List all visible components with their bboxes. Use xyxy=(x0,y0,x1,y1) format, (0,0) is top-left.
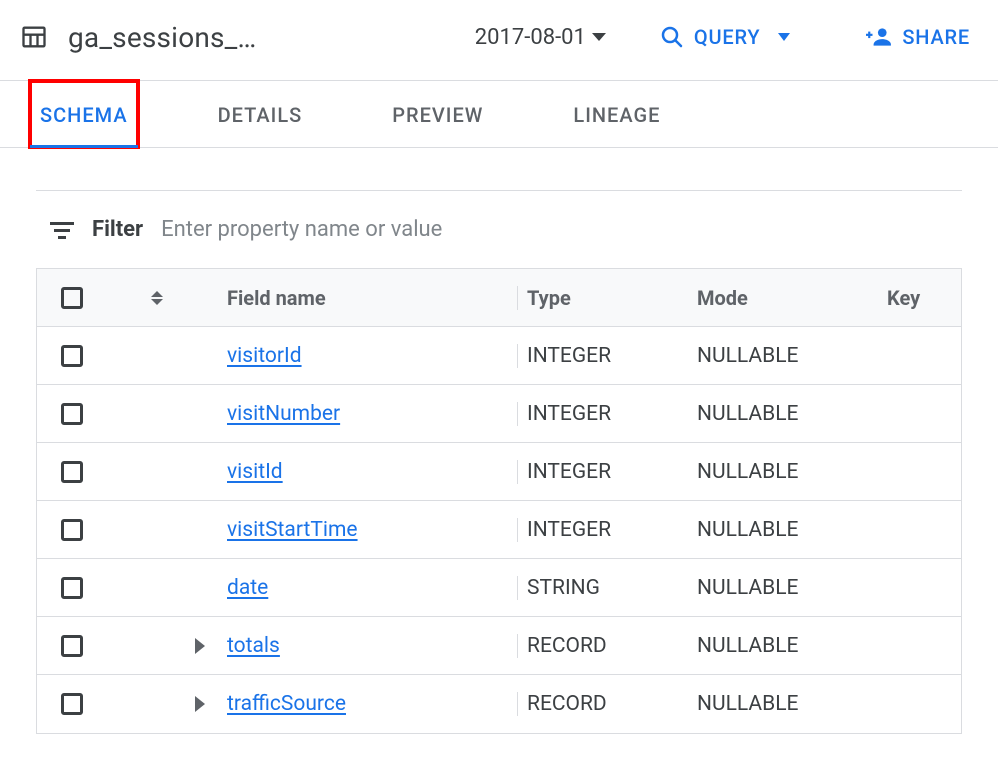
table-row: visitId INTEGERNULLABLE xyxy=(37,443,961,501)
field-name-link[interactable]: visitId xyxy=(227,460,283,484)
search-icon xyxy=(660,25,684,49)
field-name-cell: visitId xyxy=(217,460,517,484)
header-bar: ga_sessions_… 2017-08-01 QUERY SHARE xyxy=(0,0,998,80)
field-mode-cell: NULLABLE xyxy=(687,344,877,368)
row-checkbox-cell xyxy=(37,577,107,599)
select-all-cell xyxy=(37,287,107,309)
field-name-link[interactable]: date xyxy=(227,576,268,600)
schema-panel: Filter Field name Type Mode Key visitorI… xyxy=(0,148,998,734)
share-button-label: SHARE xyxy=(902,25,970,49)
row-checkbox[interactable] xyxy=(61,403,83,425)
field-type-cell: INTEGER xyxy=(517,518,687,542)
col-key[interactable]: Key xyxy=(877,286,957,310)
expand-cell xyxy=(107,696,217,712)
field-mode-cell: NULLABLE xyxy=(687,518,877,542)
tabs: SCHEMA DETAILS PREVIEW LINEAGE xyxy=(0,80,998,148)
row-checkbox[interactable] xyxy=(61,345,83,367)
table-row: visitorId INTEGERNULLABLE xyxy=(37,327,961,385)
field-mode-cell: NULLABLE xyxy=(687,402,877,426)
field-name-cell: trafficSource xyxy=(217,692,517,716)
person-add-icon xyxy=(866,24,892,50)
field-type-cell: RECORD xyxy=(517,634,687,658)
field-name-cell: visitNumber xyxy=(217,402,517,426)
table-row: totals RECORDNULLABLE xyxy=(37,617,961,675)
select-all-checkbox[interactable] xyxy=(61,287,83,309)
share-button[interactable]: SHARE xyxy=(858,18,978,56)
table-header-row: Field name Type Mode Key xyxy=(37,269,961,327)
row-checkbox-cell xyxy=(37,345,107,367)
tab-preview[interactable]: PREVIEW xyxy=(382,81,493,147)
query-button-label: QUERY xyxy=(694,25,761,49)
filter-icon xyxy=(50,220,74,240)
expand-toggle-icon[interactable] xyxy=(195,696,205,712)
field-type-cell: INTEGER xyxy=(517,460,687,484)
field-mode-cell: NULLABLE xyxy=(687,634,877,658)
row-checkbox-cell xyxy=(37,461,107,483)
row-checkbox[interactable] xyxy=(61,693,83,715)
field-mode-cell: NULLABLE xyxy=(687,576,877,600)
filter-bar: Filter xyxy=(36,191,962,268)
filter-label: Filter xyxy=(92,217,143,242)
field-name-cell: visitStartTime xyxy=(217,518,517,542)
field-name-cell: visitorId xyxy=(217,344,517,368)
table-icon xyxy=(20,23,48,51)
sort-toggle-cell[interactable] xyxy=(107,291,217,305)
row-checkbox[interactable] xyxy=(61,519,83,541)
field-name-link[interactable]: trafficSource xyxy=(227,692,346,716)
tab-details[interactable]: DETAILS xyxy=(208,81,313,147)
expand-toggle-icon[interactable] xyxy=(195,638,205,654)
table-row: date STRINGNULLABLE xyxy=(37,559,961,617)
field-name-link[interactable]: visitorId xyxy=(227,344,302,368)
col-type[interactable]: Type xyxy=(517,286,687,310)
field-mode-cell: NULLABLE xyxy=(687,692,877,716)
field-name-cell: date xyxy=(217,576,517,600)
expand-cell xyxy=(107,638,217,654)
field-name-cell: totals xyxy=(217,634,517,658)
date-partition-value: 2017-08-01 xyxy=(475,25,586,50)
row-checkbox-cell xyxy=(37,693,107,715)
tab-lineage[interactable]: LINEAGE xyxy=(563,81,670,147)
field-name-link[interactable]: visitNumber xyxy=(227,402,340,426)
caret-down-icon xyxy=(778,33,790,41)
date-partition-picker[interactable]: 2017-08-01 xyxy=(469,21,612,54)
field-type-cell: STRING xyxy=(517,576,687,600)
row-checkbox-cell xyxy=(37,519,107,541)
row-checkbox-cell xyxy=(37,635,107,657)
row-checkbox-cell xyxy=(37,403,107,425)
sort-icon xyxy=(117,291,197,305)
schema-table: Field name Type Mode Key visitorId INTEGE… xyxy=(36,268,962,734)
table-row: trafficSource RECORDNULLABLE xyxy=(37,675,961,733)
caret-down-icon xyxy=(592,33,606,41)
query-button[interactable]: QUERY xyxy=(652,19,799,55)
field-mode-cell: NULLABLE xyxy=(687,460,877,484)
filter-input[interactable] xyxy=(161,213,948,246)
field-type-cell: INTEGER xyxy=(517,402,687,426)
row-checkbox[interactable] xyxy=(61,635,83,657)
row-checkbox[interactable] xyxy=(61,577,83,599)
field-name-link[interactable]: totals xyxy=(227,634,280,658)
page-title: ga_sessions_… xyxy=(68,21,256,54)
table-row: visitNumber INTEGERNULLABLE xyxy=(37,385,961,443)
field-type-cell: RECORD xyxy=(517,692,687,716)
col-mode[interactable]: Mode xyxy=(687,286,877,310)
field-type-cell: INTEGER xyxy=(517,344,687,368)
tab-schema[interactable]: SCHEMA xyxy=(30,81,138,147)
table-row: visitStartTime INTEGERNULLABLE xyxy=(37,501,961,559)
col-field-name[interactable]: Field name xyxy=(217,286,517,310)
field-name-link[interactable]: visitStartTime xyxy=(227,518,358,542)
row-checkbox[interactable] xyxy=(61,461,83,483)
